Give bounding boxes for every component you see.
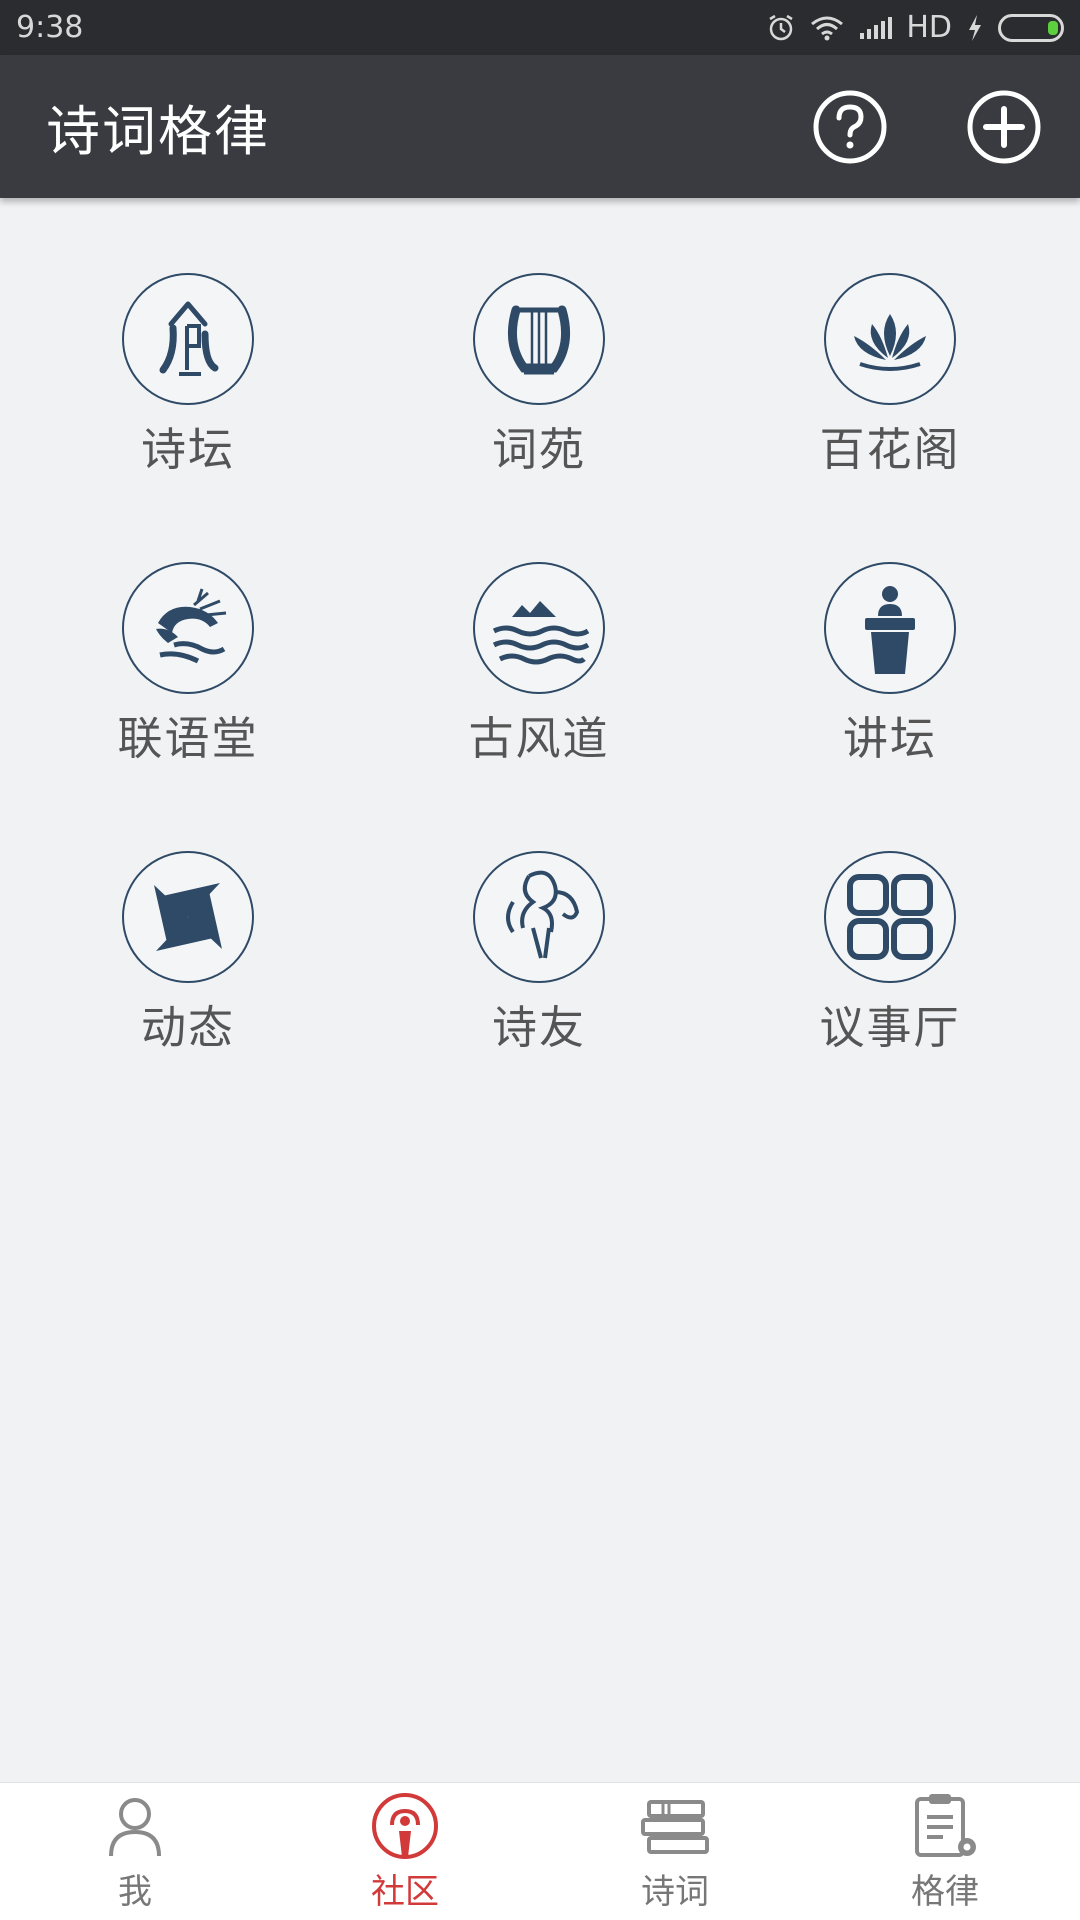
grid-item-label: 古风道 bbox=[468, 712, 610, 765]
grid-squares-icon bbox=[824, 851, 956, 983]
poem-altar-icon bbox=[122, 273, 254, 405]
grid-item-label: 诗友 bbox=[491, 1001, 586, 1054]
app-bar: 诗词格律 bbox=[0, 55, 1080, 198]
network-label: HD bbox=[906, 10, 952, 45]
grid-item-lianyutang[interactable]: 联语堂 bbox=[68, 562, 308, 802]
grid-item-label: 词苑 bbox=[491, 423, 586, 476]
add-button[interactable] bbox=[966, 89, 1042, 165]
lotus-icon bbox=[824, 273, 956, 405]
nav-item-poems[interactable]: 诗词 bbox=[540, 1783, 810, 1920]
books-icon bbox=[639, 1790, 711, 1862]
friends-icon bbox=[473, 851, 605, 983]
grid-item-dongtai[interactable]: 动态 bbox=[68, 851, 308, 1091]
status-time: 9:38 bbox=[16, 10, 84, 45]
nav-label: 格律 bbox=[911, 1872, 979, 1912]
signal-icon bbox=[858, 15, 893, 41]
podium-icon bbox=[824, 562, 956, 694]
user-icon bbox=[105, 1790, 165, 1862]
grid-item-gufengdao[interactable]: 古风道 bbox=[419, 562, 659, 802]
grid-item-ciyuan[interactable]: 词苑 bbox=[419, 273, 659, 513]
nav-label: 诗词 bbox=[641, 1872, 709, 1912]
community-icon bbox=[370, 1790, 440, 1862]
nav-label: 我 bbox=[118, 1872, 152, 1912]
status-icons: HD bbox=[766, 10, 1064, 45]
battery-icon bbox=[998, 13, 1064, 42]
dragon-icon bbox=[122, 562, 254, 694]
grid-item-label: 动态 bbox=[140, 1001, 235, 1054]
grid-item-label: 诗坛 bbox=[140, 423, 235, 476]
nav-item-community[interactable]: 社区 bbox=[270, 1783, 540, 1920]
page-title: 诗词格律 bbox=[46, 100, 270, 163]
grid-item-shitan[interactable]: 诗坛 bbox=[68, 273, 308, 513]
grid-item-shiyou[interactable]: 诗友 bbox=[419, 851, 659, 1091]
help-icon bbox=[813, 90, 887, 163]
bottom-nav: 我 社区 诗词 格律 bbox=[0, 1782, 1080, 1920]
grid-item-baihuage[interactable]: 百花阁 bbox=[770, 273, 1010, 513]
pinwheel-icon bbox=[122, 851, 254, 983]
mountain-waves-icon bbox=[473, 562, 605, 694]
lyre-icon bbox=[473, 273, 605, 405]
grid-item-label: 百花阁 bbox=[819, 423, 961, 476]
nav-label: 社区 bbox=[371, 1872, 439, 1912]
status-bar: 9:38 HD bbox=[0, 0, 1080, 55]
grid-item-yishiting[interactable]: 议事厅 bbox=[770, 851, 1010, 1091]
nav-item-rules[interactable]: 格律 bbox=[810, 1783, 1080, 1920]
charging-icon bbox=[966, 14, 984, 42]
grid-item-label: 联语堂 bbox=[117, 712, 259, 765]
alarm-icon bbox=[766, 13, 796, 43]
help-button[interactable] bbox=[812, 89, 888, 165]
grid-item-label: 讲坛 bbox=[842, 712, 937, 765]
add-icon bbox=[967, 90, 1041, 163]
nav-item-me[interactable]: 我 bbox=[0, 1783, 270, 1920]
clipboard-settings-icon bbox=[909, 1790, 981, 1862]
grid-item-jiangtan[interactable]: 讲坛 bbox=[770, 562, 1010, 802]
grid-item-label: 议事厅 bbox=[819, 1001, 961, 1054]
wifi-icon bbox=[810, 15, 844, 41]
